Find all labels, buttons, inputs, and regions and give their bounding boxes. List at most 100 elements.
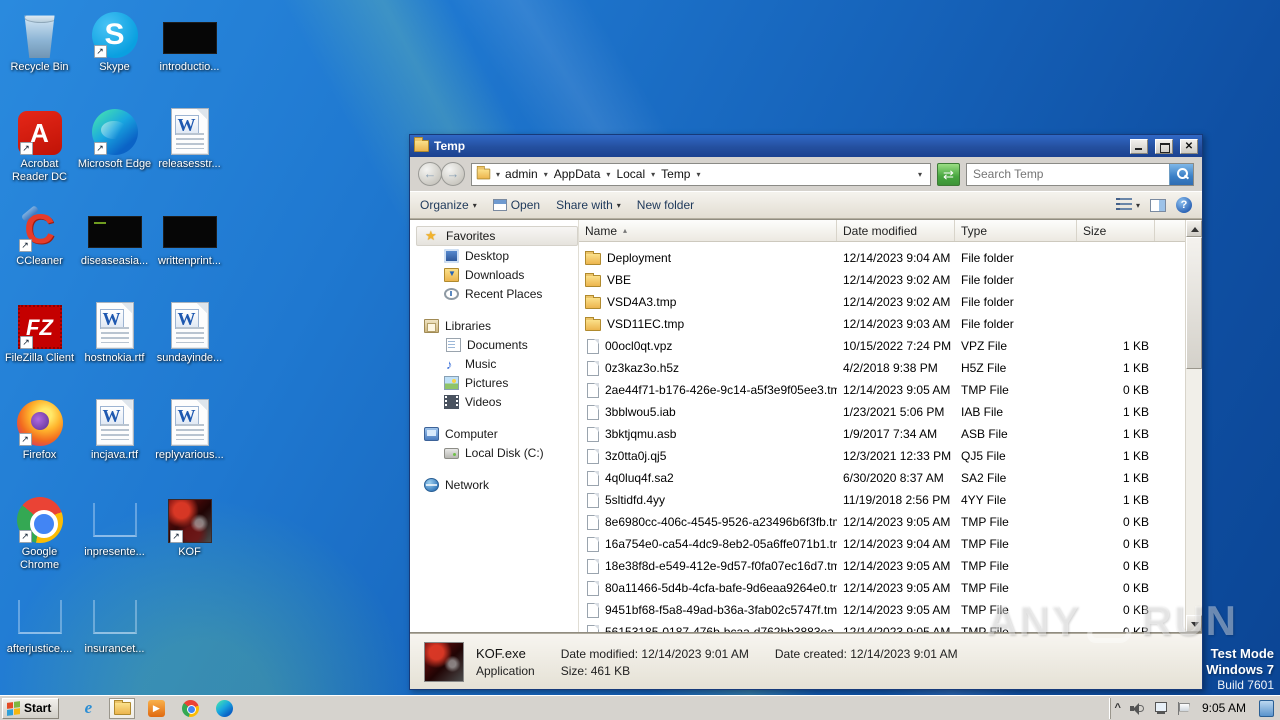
desktop-icon[interactable]: ↗ Microsoft Edge xyxy=(77,103,152,200)
views-button[interactable]: ▾ xyxy=(1115,198,1140,212)
file-row[interactable]: 8e6980cc-406c-4545-9526-a23496b6f3fb.tmp… xyxy=(579,511,1185,533)
scroll-down-icon[interactable] xyxy=(1186,615,1202,632)
nav-item[interactable]: Downloads xyxy=(416,265,578,284)
file-row[interactable]: 5sltidfd.4yy 11/19/2018 2:56 PM 4YY File… xyxy=(579,489,1185,511)
file-row[interactable]: 3bblwou5.iab 1/23/2021 5:06 PM IAB File … xyxy=(579,401,1185,423)
file-row[interactable]: 3z0tta0j.qj5 12/3/2021 12:33 PM QJ5 File… xyxy=(579,445,1185,467)
file-row[interactable]: 56153185-0187-476b-bcaa-d762bb3883ea.tmp… xyxy=(579,621,1185,632)
nav-item[interactable]: Libraries xyxy=(416,316,578,335)
file-row[interactable]: 0z3kaz3o.h5z 4/2/2018 9:38 PM H5Z File 1… xyxy=(579,357,1185,379)
file-row[interactable]: 2ae44f71-b176-426e-9c14-a5f3e9f05ee3.tmp… xyxy=(579,379,1185,401)
desktop-icon[interactable]: ↗ CCleaner xyxy=(2,200,77,297)
close-button[interactable] xyxy=(1180,138,1198,154)
maximize-button[interactable] xyxy=(1155,138,1173,154)
desktop-icon-label: KOF xyxy=(178,546,201,558)
file-row[interactable]: VSD11EC.tmp 12/14/2023 9:03 AM File fold… xyxy=(579,313,1185,335)
column-header-label: Name xyxy=(585,223,618,238)
desktop-icon-grid: ↗ Recycle Bin ↗ Skype ↗ introductio... xyxy=(2,6,227,685)
taskbar-explorer-button[interactable] xyxy=(109,697,136,719)
column-header[interactable]: Date modified xyxy=(837,220,955,241)
share-with-button[interactable]: Share with ▾ xyxy=(556,198,621,212)
taskbar-ie-button[interactable]: e xyxy=(75,698,101,719)
column-header[interactable] xyxy=(1155,220,1185,241)
network-icon[interactable] xyxy=(1154,702,1168,714)
file-row[interactable]: 4q0luq4f.sa2 6/30/2020 8:37 AM SA2 File … xyxy=(579,467,1185,489)
nav-item[interactable]: Music xyxy=(416,354,578,373)
desktop-icon[interactable]: ↗ insurancet... xyxy=(77,588,152,685)
new-folder-button[interactable]: New folder xyxy=(637,198,694,212)
nav-item[interactable]: Local Disk (C:) xyxy=(416,443,578,462)
desktop-icon[interactable]: ↗ FileZilla Client xyxy=(2,297,77,394)
desktop-icon[interactable]: ↗ sundayinde... xyxy=(152,297,227,394)
breadcrumb-root-caret-icon[interactable]: ▾ xyxy=(493,170,503,179)
taskbar-chrome-button[interactable] xyxy=(177,698,203,719)
nav-item[interactable]: Desktop xyxy=(416,246,578,265)
scroll-up-icon[interactable] xyxy=(1186,220,1202,237)
breadcrumb[interactable]: ▾ admin AppData Local xyxy=(471,162,931,186)
nav-item[interactable]: Network xyxy=(416,475,578,494)
nav-item-label: Music xyxy=(465,356,497,371)
titlebar[interactable]: Temp xyxy=(410,135,1202,157)
volume-icon[interactable] xyxy=(1129,702,1145,715)
tray-expand-icon[interactable]: ^ xyxy=(1115,703,1121,714)
desktop-icon[interactable]: ↗ Skype xyxy=(77,6,152,103)
breadcrumb-item[interactable]: Temp xyxy=(659,167,704,181)
desktop-icon[interactable]: ↗ introductio... xyxy=(152,6,227,103)
taskbar-clock[interactable]: 9:05 AM xyxy=(1198,701,1250,715)
taskbar-edge-button[interactable] xyxy=(211,698,237,719)
breadcrumb-item[interactable]: admin xyxy=(503,167,552,181)
desktop-icon[interactable]: ↗ releasesstr... xyxy=(152,103,227,200)
file-row[interactable]: VBE 12/14/2023 9:02 AM File folder xyxy=(579,269,1185,291)
file-row[interactable]: 80a11466-5d4b-4cfa-bafe-9d6eaa9264e0.tmp… xyxy=(579,577,1185,599)
file-row[interactable]: 9451bf68-f5a8-49ad-b36a-3fab02c5747f.tmp… xyxy=(579,599,1185,621)
desktop-icon[interactable]: ↗ hostnokia.rtf xyxy=(77,297,152,394)
file-row[interactable]: VSD4A3.tmp 12/14/2023 9:02 AM File folde… xyxy=(579,291,1185,313)
nav-item[interactable]: Recent Places xyxy=(416,284,578,303)
desktop-icon[interactable]: ↗ Firefox xyxy=(2,394,77,491)
file-row[interactable]: Deployment 12/14/2023 9:04 AM File folde… xyxy=(579,247,1185,269)
preview-pane-button[interactable] xyxy=(1150,198,1166,212)
forward-button[interactable]: → xyxy=(441,162,465,186)
search-input[interactable] xyxy=(967,167,1169,181)
desktop-icon[interactable]: ↗ writtenprint... xyxy=(152,200,227,297)
file-row[interactable]: 00ocl0qt.vpz 10/15/2022 7:24 PM VPZ File… xyxy=(579,335,1185,357)
desktop-icon[interactable]: ↗ incjava.rtf xyxy=(77,394,152,491)
desktop-icon[interactable]: ↗ diseaseasia... xyxy=(77,200,152,297)
organize-button[interactable]: Organize ▾ xyxy=(420,198,477,212)
desktop-icon[interactable]: ↗ KOF xyxy=(152,491,227,588)
file-row[interactable]: 16a754e0-ca54-4dc9-8eb2-05a6ffe071b1.tmp… xyxy=(579,533,1185,555)
minimize-button[interactable] xyxy=(1130,138,1148,154)
help-button[interactable]: ? xyxy=(1176,197,1192,213)
breadcrumb-item[interactable]: AppData xyxy=(552,167,615,181)
file-row[interactable]: 18e38f8d-e549-412e-9d57-f0fa07ec16d7.tmp… xyxy=(579,555,1185,577)
refresh-button[interactable]: ⇄ xyxy=(937,162,960,186)
desktop-icon[interactable]: ↗ Acrobat Reader DC xyxy=(2,103,77,200)
column-header[interactable]: Size xyxy=(1077,220,1155,241)
desktop-icon[interactable]: ↗ inpresente... xyxy=(77,491,152,588)
taskbar-media-player-button[interactable] xyxy=(143,698,169,719)
nav-item[interactable]: Computer xyxy=(416,424,578,443)
nav-item[interactable]: Documents xyxy=(416,335,578,354)
search-icon[interactable] xyxy=(1169,163,1193,185)
desktop-icon[interactable]: ↗ afterjustice.... xyxy=(2,588,77,685)
desktop-icon[interactable]: ↗ Google Chrome xyxy=(2,491,77,588)
file-row[interactable]: 3bktjqmu.asb 1/9/2017 7:34 AM ASB File 1… xyxy=(579,423,1185,445)
file-type: TMP File xyxy=(961,581,1009,595)
nav-item[interactable]: Videos xyxy=(416,392,578,411)
desktop-icon[interactable]: ↗ replyvarious... xyxy=(152,394,227,491)
column-header[interactable]: Name xyxy=(579,220,837,241)
back-button[interactable]: ← xyxy=(418,162,442,186)
scrollbar-track[interactable] xyxy=(1186,237,1202,615)
nav-item[interactable]: Favorites xyxy=(416,226,578,246)
column-header[interactable]: Type xyxy=(955,220,1077,241)
vertical-scrollbar[interactable] xyxy=(1185,220,1202,632)
action-center-flag-icon[interactable] xyxy=(1177,701,1189,715)
breadcrumb-item[interactable]: Local xyxy=(614,167,659,181)
show-desktop-button[interactable] xyxy=(1259,699,1274,717)
scrollbar-thumb[interactable] xyxy=(1186,237,1202,369)
address-history-caret-icon[interactable]: ▾ xyxy=(914,170,926,179)
desktop-icon[interactable]: ↗ Recycle Bin xyxy=(2,6,77,103)
open-button[interactable]: Open xyxy=(492,198,540,212)
nav-item[interactable]: Pictures xyxy=(416,373,578,392)
start-button[interactable]: Start xyxy=(2,697,60,719)
